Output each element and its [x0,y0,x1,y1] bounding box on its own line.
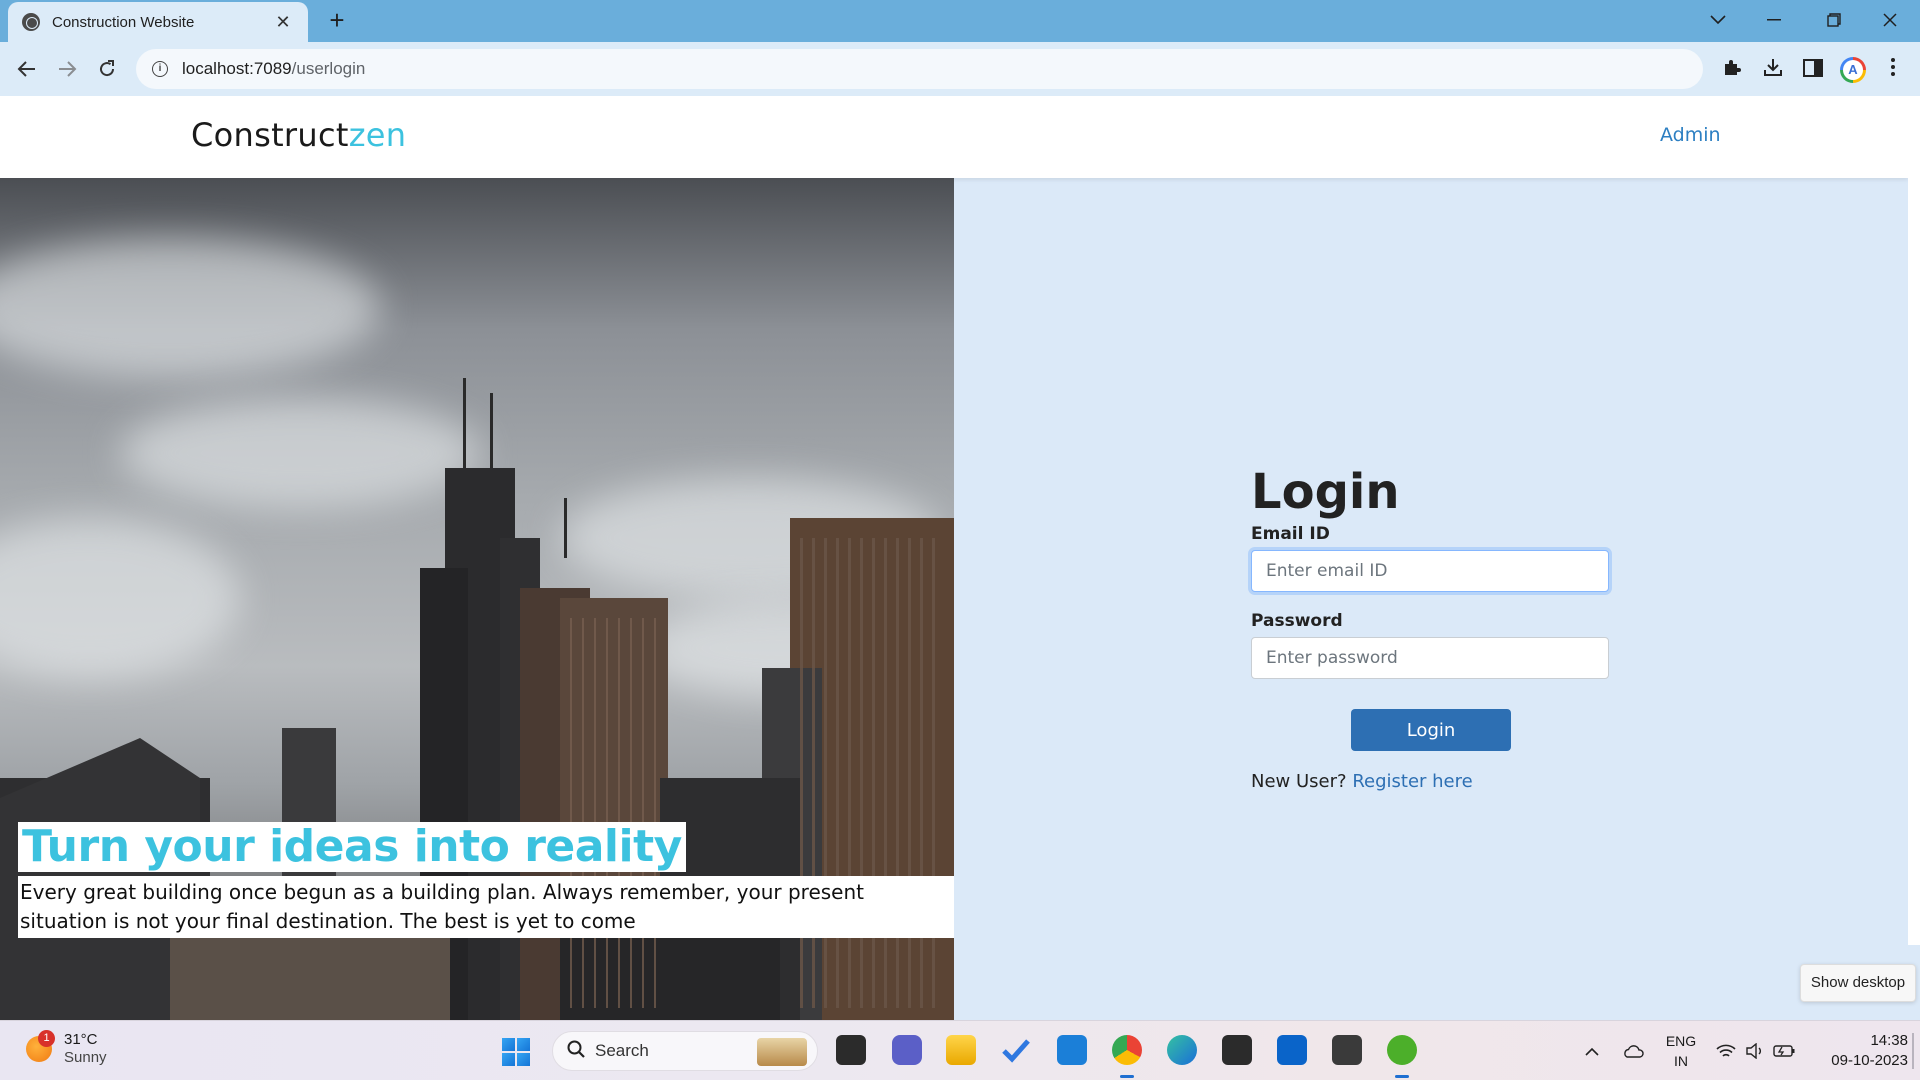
task-view-icon[interactable] [836,1035,866,1065]
profile-avatar[interactable]: A [1840,57,1866,83]
tab-close-icon[interactable]: ✕ [272,12,294,33]
mail-icon[interactable] [1057,1035,1087,1065]
show-desktop-tooltip: Show desktop [1800,964,1916,1002]
login-form: Login Email ID Password Login New User? … [1251,464,1611,792]
forward-icon[interactable] [52,54,82,84]
close-window-icon[interactable] [1862,0,1918,40]
site-header: Constructzen Admin [0,96,1908,178]
email-field[interactable] [1251,550,1609,592]
address-url: localhost:7089/userlogin [182,59,366,78]
side-panel-icon[interactable] [1800,57,1826,83]
tray-overflow-icon[interactable] [1582,1021,1602,1080]
app-leaf-icon[interactable] [1387,1035,1417,1078]
globe-icon [22,13,40,31]
file-explorer-icon[interactable] [946,1035,976,1065]
hero-text: Every great building once begun as a bui… [18,876,954,938]
chrome-icon[interactable] [1112,1035,1142,1078]
password-label: Password [1251,611,1343,631]
back-icon[interactable] [12,54,42,84]
download-icon[interactable] [1760,57,1786,83]
email-label: Email ID [1251,524,1330,544]
search-highlight-image [757,1038,807,1066]
notification-badge: 1 [38,1030,55,1047]
register-link[interactable]: Register here [1352,771,1472,792]
todo-icon[interactable] [1001,1035,1031,1065]
tab-title: Construction Website [52,13,195,31]
site-info-icon[interactable]: i [152,61,168,77]
weather-temperature: 31°C [64,1031,98,1048]
wifi-icon[interactable] [1714,1021,1738,1080]
password-field[interactable] [1251,637,1609,679]
outlook-icon[interactable] [1277,1035,1307,1065]
search-icon [567,1039,585,1063]
register-prompt: New User? Register here [1251,771,1611,792]
weather-condition: Sunny [64,1049,107,1066]
page-viewport: Constructzen Admin Turn your ideas into … [0,96,1920,1020]
tab-search-icon[interactable] [1690,0,1746,40]
taskbar-search[interactable]: Search [552,1031,818,1071]
language-indicator[interactable]: ENG IN [1664,1031,1698,1071]
weather-widget[interactable]: 1 31°C Sunny [26,1030,107,1067]
browser-toolbar: i localhost:7089/userlogin A [0,42,1920,120]
browser-tab-bar: Construction Website ✕ + [0,0,1920,42]
hero-title: Turn your ideas into reality [18,822,686,872]
edge-icon[interactable] [1167,1035,1197,1065]
teams-chat-icon[interactable] [892,1035,922,1065]
brand-logo[interactable]: Constructzen [191,116,406,154]
sun-icon: 1 [26,1030,55,1062]
app-window-icon[interactable] [1332,1035,1362,1065]
profile-initial-icon: A [1843,60,1863,80]
more-menu-icon[interactable] [1880,57,1906,83]
system-clock[interactable]: 14:38 09-10-2023 [1808,1031,1908,1071]
admin-link[interactable]: Admin [1660,124,1721,146]
login-title: Login [1251,464,1400,520]
minimize-icon[interactable] [1746,0,1802,40]
extensions-icon[interactable] [1719,57,1745,83]
restore-icon[interactable] [1806,0,1862,40]
login-button[interactable]: Login [1351,709,1511,751]
taskbar: 1 31°C Sunny Search ENG IN 14:38 09-10-2… [0,1020,1920,1080]
volume-icon[interactable] [1744,1021,1766,1080]
search-label: Search [595,1041,649,1060]
start-button[interactable] [502,1038,530,1066]
reload-icon[interactable] [92,54,122,84]
clock-date: 09-10-2023 [1831,1052,1908,1069]
clock-time: 14:38 [1870,1032,1908,1049]
new-tab-button[interactable]: + [322,6,352,36]
hero-image: Turn your ideas into reality Every great… [0,178,954,1020]
battery-icon[interactable] [1772,1021,1796,1080]
page-scrollbar[interactable] [1908,96,1920,945]
onedrive-icon[interactable] [1620,1021,1646,1080]
terminal-icon[interactable] [1222,1035,1252,1065]
show-desktop-button[interactable] [1912,1033,1914,1069]
browser-tab[interactable]: Construction Website ✕ [8,2,308,42]
new-user-text: New User? [1251,771,1347,792]
address-bar[interactable]: i localhost:7089/userlogin [136,49,1703,89]
